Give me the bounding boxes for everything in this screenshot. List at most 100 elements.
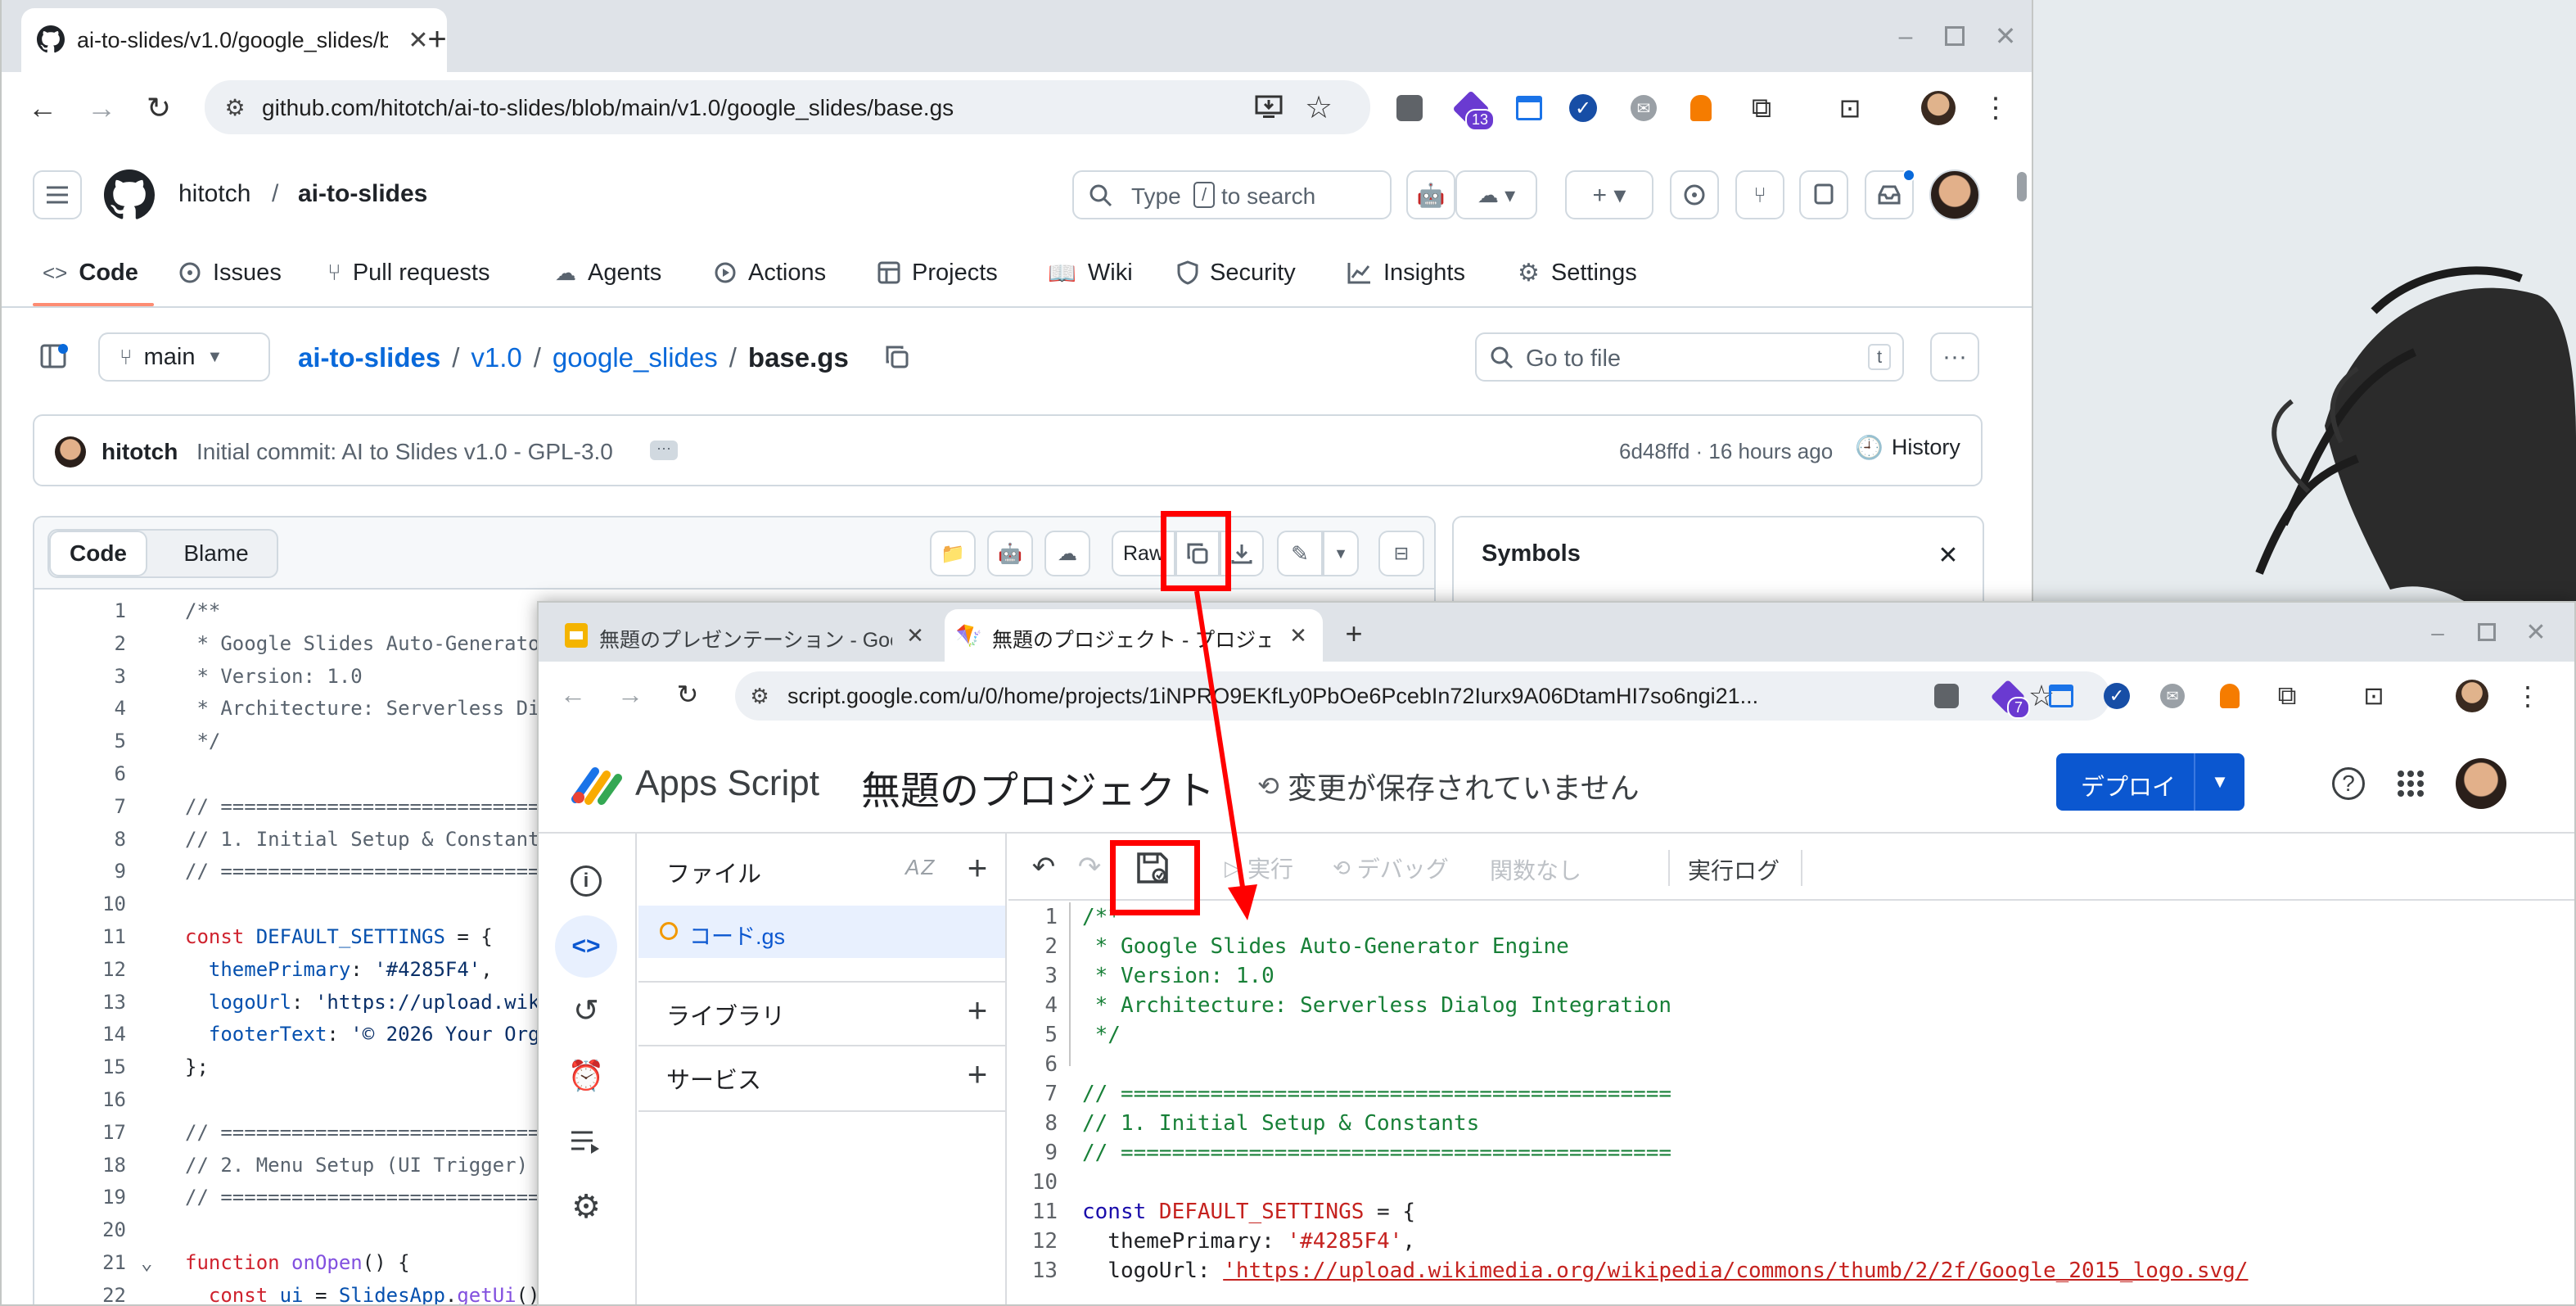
minimize-window-icon[interactable]: –	[1889, 23, 1922, 50]
history-link[interactable]: 🕘 History	[1855, 434, 1960, 461]
slides-tab[interactable]: 無題のプレゼンテーション - Google スライド ✕	[555, 609, 940, 662]
undo-icon[interactable]: ↶	[1026, 850, 1061, 884]
edit-file-button[interactable]: ✎	[1277, 531, 1323, 576]
code-view-tab[interactable]: Code	[49, 531, 147, 576]
commit-author[interactable]: hitotch	[102, 439, 178, 465]
tab-agents[interactable]: ☁ Agents	[555, 251, 661, 295]
repo-owner-link[interactable]: hitotch	[178, 180, 250, 208]
close-window-icon[interactable]: ✕	[2520, 616, 2552, 648]
extension-badge-icon[interactable]: 7	[1987, 676, 2030, 719]
fold-chevron-icon[interactable]: ⌄	[141, 1246, 152, 1279]
close-icon[interactable]: ✕	[1932, 539, 1965, 572]
fox-extension-icon[interactable]	[1685, 92, 1717, 124]
copy-path-icon[interactable]	[881, 341, 914, 373]
tab-code[interactable]: <> Code	[43, 251, 138, 295]
tab-pull-requests[interactable]: ⑂ Pull requests	[327, 251, 489, 295]
execution-log-button[interactable]: 実行ログ	[1688, 853, 1780, 886]
install-app-icon[interactable]	[1252, 92, 1285, 123]
browser-menu-icon[interactable]: ⋮	[2511, 678, 2544, 714]
extension-icon-1[interactable]	[1930, 680, 1963, 712]
tab-projects[interactable]: Projects	[877, 251, 998, 295]
github-tab[interactable]: ai-to-slides/v1.0/google_slides/base.gs …	[21, 8, 447, 72]
branch-selector[interactable]: ⑂ main ▼	[98, 332, 270, 382]
hamburger-menu-button[interactable]	[33, 170, 82, 219]
github-search-box[interactable]: Type / to search	[1072, 170, 1392, 219]
user-avatar[interactable]	[1929, 169, 1981, 221]
browser-menu-icon[interactable]: ⋮	[1979, 90, 2012, 126]
symbols-panel-toggle[interactable]: ⊟	[1378, 531, 1424, 576]
apps-script-product-name[interactable]: Apps Script	[635, 763, 819, 804]
project-title[interactable]: 無題のプロジェクト	[861, 758, 1215, 816]
apps-script-address-bar[interactable]: ⚙ script.google.com/u/0/home/projects/1i…	[735, 671, 2110, 721]
reload-icon[interactable]: ↻	[671, 678, 704, 711]
help-icon[interactable]: ?	[2330, 765, 2367, 802]
forward-arrow-icon[interactable]: →	[614, 678, 647, 711]
add-file-button[interactable]: 📁	[930, 531, 976, 576]
tab-issues[interactable]: Issues	[178, 251, 282, 295]
run-button[interactable]: ▷ 実行	[1225, 852, 1293, 884]
code-editor[interactable]: 1/** 2 * Google Slides Auto-Generator Eng…	[1008, 902, 2574, 1304]
tab-security[interactable]: Security	[1177, 251, 1296, 295]
add-library-plus-icon[interactable]: +	[959, 991, 995, 1029]
blame-view-tab[interactable]: Blame	[156, 531, 277, 576]
side-panel-toggle-icon[interactable]	[38, 341, 70, 373]
commit-message[interactable]: Initial commit: AI to Slides v1.0 - GPL-…	[196, 439, 613, 465]
file-list-item-selected[interactable]: コード.gs	[638, 906, 1005, 958]
puzzle-extensions-icon[interactable]: ⧉	[1744, 90, 1780, 126]
tab-actions[interactable]: Actions	[714, 251, 826, 295]
codespaces-button[interactable]: ☁	[1044, 531, 1090, 576]
new-tab-plus-icon[interactable]: +	[1338, 617, 1370, 650]
redo-icon[interactable]: ↷	[1072, 850, 1107, 884]
versions-button[interactable]: ↺	[555, 979, 617, 1042]
breadcrumb-repo-link[interactable]: ai-to-slides	[298, 342, 440, 373]
executions-button[interactable]	[555, 1110, 617, 1173]
debug-button[interactable]: ⟲ デバッグ	[1333, 852, 1449, 884]
google-account-avatar[interactable]	[2454, 757, 2508, 811]
add-file-plus-icon[interactable]: +	[959, 848, 995, 887]
commit-author-avatar[interactable]	[54, 436, 87, 468]
overview-button[interactable]: i	[555, 850, 617, 912]
calendar-extension-icon[interactable]	[2045, 680, 2077, 712]
triggers-button[interactable]: ⏰	[555, 1045, 617, 1107]
copilot-file-button[interactable]: 🤖	[987, 531, 1033, 576]
puzzle-extensions-icon[interactable]: ⧉	[2269, 678, 2305, 714]
more-options-button[interactable]: ···	[1930, 332, 1979, 382]
check-extension-icon[interactable]: ✓	[1567, 92, 1599, 124]
calendar-extension-icon[interactable]	[1513, 92, 1545, 124]
back-arrow-icon[interactable]: ←	[25, 90, 61, 126]
reload-icon[interactable]: ↻	[141, 90, 177, 126]
forward-arrow-icon[interactable]: →	[83, 90, 120, 126]
breadcrumb-version-link[interactable]: v1.0	[471, 342, 521, 373]
extension-icon-1[interactable]	[1393, 92, 1426, 124]
breadcrumb-folder-link[interactable]: google_slides	[553, 342, 718, 373]
pull-requests-shortcut-button[interactable]: ⑂	[1735, 170, 1784, 219]
google-apps-grid-icon[interactable]	[2392, 765, 2429, 802]
apps-script-logo-icon[interactable]	[570, 761, 629, 807]
maximize-window-icon[interactable]	[1938, 21, 1971, 51]
tab-search-icon[interactable]: ⊡	[2356, 678, 2392, 714]
bookmark-star-icon[interactable]: ☆	[1302, 90, 1336, 125]
tab-search-icon[interactable]: ⊡	[1832, 90, 1868, 126]
mail-extension-icon[interactable]: ✉	[2156, 680, 2189, 712]
repo-name-link[interactable]: ai-to-slides	[298, 180, 427, 208]
profile-avatar[interactable]	[1919, 88, 1958, 128]
new-tab-plus-icon[interactable]: +	[419, 21, 455, 57]
profile-avatar[interactable]	[2452, 676, 2492, 716]
repositories-shortcut-button[interactable]	[1799, 170, 1848, 219]
tab-insights[interactable]: Insights	[1347, 251, 1465, 295]
github-logo-icon[interactable]	[103, 169, 156, 221]
extension-badge-icon[interactable]: 13	[1450, 88, 1495, 131]
site-settings-icon[interactable]: ⚙	[219, 92, 250, 123]
close-window-icon[interactable]: ✕	[1989, 20, 2022, 52]
issues-shortcut-button[interactable]	[1670, 170, 1719, 219]
github-address-bar[interactable]: ⚙ github.com/hitotch/ai-to-slides/blob/m…	[205, 80, 1370, 134]
tab-close-icon[interactable]: ✕	[902, 622, 928, 648]
mail-extension-icon[interactable]: ✉	[1627, 92, 1660, 124]
back-arrow-icon[interactable]: ←	[557, 678, 589, 711]
copilot-button[interactable]: 🤖	[1406, 170, 1455, 219]
deploy-button[interactable]: デプロイ ▼	[2056, 753, 2244, 811]
tab-wiki[interactable]: 📖 Wiki	[1048, 251, 1133, 295]
maximize-window-icon[interactable]	[2470, 617, 2503, 647]
edit-options-dropdown[interactable]: ▼	[1323, 531, 1359, 576]
tab-close-icon[interactable]: ✕	[1285, 622, 1311, 648]
